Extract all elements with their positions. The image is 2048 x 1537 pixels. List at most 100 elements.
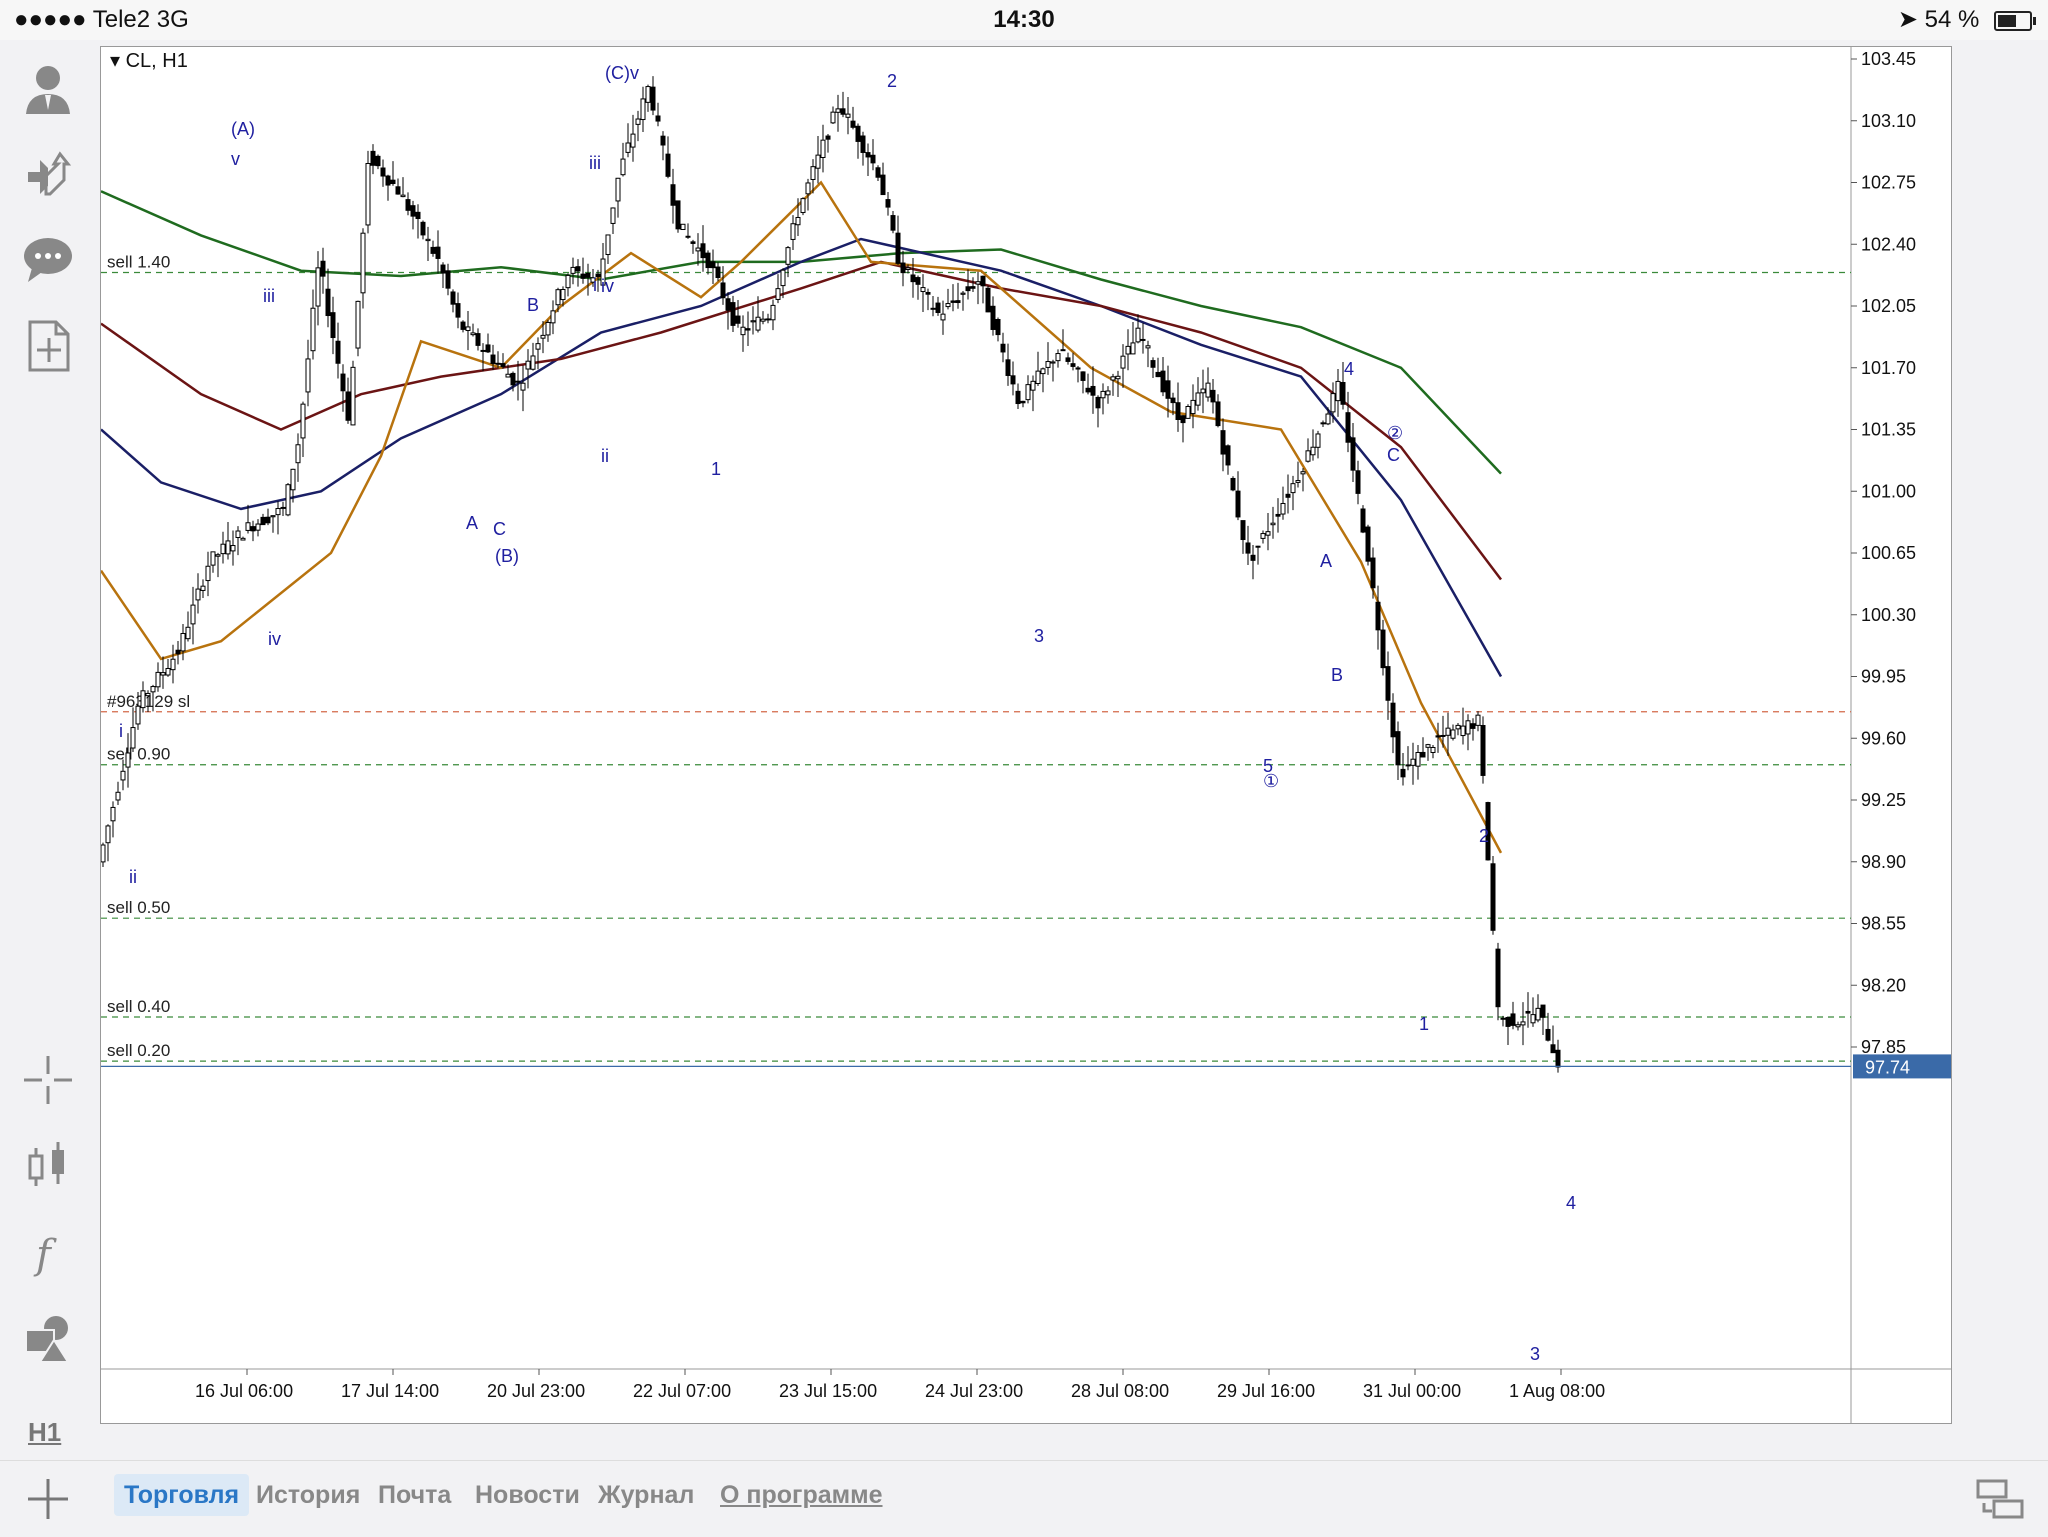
- layout-icon[interactable]: [1976, 1477, 2024, 1521]
- candle-body: [1285, 493, 1291, 498]
- candle-body: [570, 266, 576, 274]
- trade-icon[interactable]: [20, 146, 76, 202]
- objects-icon[interactable]: [20, 1310, 76, 1366]
- tab-news[interactable]: Новости: [465, 1474, 590, 1516]
- wave-label: A: [1320, 551, 1332, 571]
- candle-body: [1460, 725, 1466, 737]
- candle-body: [235, 530, 241, 539]
- candle-body: [1175, 402, 1181, 421]
- candle-body: [655, 115, 661, 122]
- candle-body: [1105, 390, 1111, 396]
- chart-area[interactable]: 103.45 103.10 102.75 102.40 102.05 101.70 101.…: [100, 46, 1952, 1424]
- candle-body: [950, 300, 956, 303]
- candle-body: [925, 291, 931, 295]
- wave-label: B: [1331, 665, 1343, 685]
- candle-body: [1040, 368, 1046, 375]
- symbol-label[interactable]: ▾ CL, H1: [106, 48, 192, 73]
- tab-about[interactable]: О программе: [710, 1474, 893, 1516]
- candle-body: [1155, 371, 1161, 378]
- tab-mail[interactable]: Почта: [368, 1474, 461, 1516]
- candle-body: [140, 690, 146, 709]
- account-icon[interactable]: [20, 60, 76, 116]
- candle-body: [910, 274, 916, 283]
- time-tick-label: 22 Jul 07:00: [633, 1381, 731, 1401]
- candle-body: [875, 167, 881, 178]
- indicator-icon[interactable]: f: [20, 1224, 76, 1280]
- candle-body: [1520, 1021, 1526, 1026]
- candle-body: [1295, 480, 1301, 483]
- status-time: 14:30: [993, 6, 1055, 33]
- wave-label: 4: [1344, 359, 1354, 379]
- crosshair-icon[interactable]: [20, 1052, 76, 1108]
- tab-journal[interactable]: Журнал: [588, 1474, 704, 1516]
- add-icon[interactable]: [24, 1475, 72, 1523]
- candle-body: [485, 344, 491, 353]
- battery-level: 54 %: [1924, 6, 1980, 33]
- timeframe-button[interactable]: H1: [28, 1417, 61, 1448]
- candle-body: [1355, 470, 1361, 494]
- wave-label: (A): [231, 119, 255, 139]
- candle-body: [500, 363, 506, 368]
- wave-label: ii: [601, 446, 609, 466]
- candle-body: [780, 269, 786, 287]
- candle-body: [1480, 725, 1486, 776]
- candle-body: [455, 303, 461, 318]
- candle-body: [890, 215, 896, 231]
- candle-body: [1290, 483, 1296, 494]
- candle-body: [335, 340, 341, 364]
- candle-body: [1260, 533, 1266, 539]
- wave-label: i: [119, 721, 123, 741]
- candle-body: [785, 247, 791, 265]
- candle-body: [1130, 342, 1136, 355]
- candle-body: [765, 318, 771, 321]
- wave-label: (B): [495, 546, 519, 566]
- price-tick-label: 99.60: [1861, 728, 1906, 748]
- price-tick-label: 97.85: [1861, 1037, 1906, 1057]
- candle-body: [550, 310, 556, 324]
- candle-body: [1025, 384, 1031, 401]
- candle-body: [1405, 764, 1411, 767]
- candle-body: [750, 320, 756, 323]
- candle-body: [475, 333, 481, 346]
- candle-body: [725, 298, 731, 311]
- candle-body: [645, 86, 651, 103]
- candle-body: [395, 186, 401, 195]
- candle-body: [530, 355, 536, 370]
- price-tick-label: 103.45: [1861, 49, 1916, 69]
- candle-body: [240, 537, 246, 541]
- candle-body: [1075, 367, 1081, 370]
- candle-body: [230, 545, 236, 552]
- candle-body: [685, 235, 691, 238]
- candle-body: [675, 200, 681, 230]
- candle-body: [770, 304, 776, 321]
- candle-body: [470, 332, 476, 336]
- candle-body: [120, 770, 126, 781]
- wave-label: (C)v: [605, 63, 639, 83]
- chat-icon[interactable]: [20, 232, 76, 288]
- candle-body: [1345, 412, 1351, 443]
- price-tick-label: 99.95: [1861, 667, 1906, 687]
- candle-body: [480, 349, 486, 352]
- candle-body: [1100, 390, 1106, 399]
- candle-body: [560, 289, 566, 301]
- candle-body: [870, 154, 876, 164]
- wave-label: ii: [129, 867, 137, 887]
- candle-body: [565, 274, 571, 289]
- price-chart[interactable]: 103.45 103.10 102.75 102.40 102.05 101.70 101.…: [101, 47, 1951, 1423]
- tab-trade[interactable]: Торговля: [114, 1474, 250, 1516]
- candle-body: [1180, 415, 1186, 424]
- candle-body: [1390, 702, 1396, 738]
- candle-body: [1320, 422, 1326, 425]
- add-document-icon[interactable]: [20, 318, 76, 374]
- candle-body: [535, 343, 541, 350]
- candle-body: [1305, 450, 1311, 462]
- order-line-label: sell 0.90: [107, 745, 170, 764]
- candle-body: [1435, 735, 1441, 738]
- candle-body: [440, 264, 446, 274]
- candle-body: [275, 508, 281, 516]
- candle-body: [1380, 629, 1386, 669]
- candle-body: [855, 125, 861, 142]
- tab-history[interactable]: История: [246, 1474, 370, 1516]
- chart-type-icon[interactable]: [20, 1138, 76, 1194]
- candle-body: [610, 207, 616, 224]
